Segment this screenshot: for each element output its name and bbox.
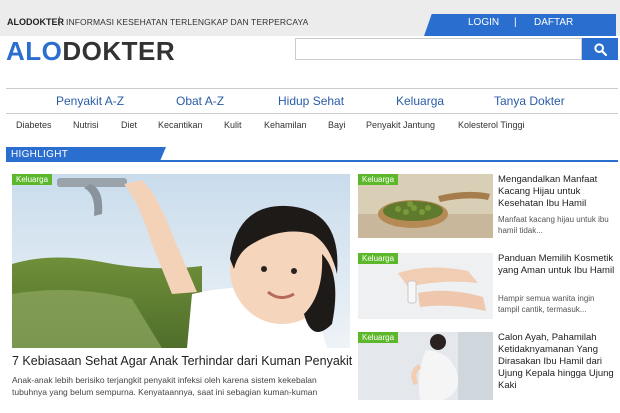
subnav-nutrisi[interactable]: Nutrisi [73, 120, 99, 130]
brand-separator: | [58, 16, 61, 27]
subnav-bayi[interactable]: Bayi [328, 120, 346, 130]
search-input[interactable] [295, 38, 582, 60]
auth-bar: LOGIN | DAFTAR [424, 14, 616, 36]
hero-category-badge[interactable]: Keluarga [12, 174, 53, 185]
hero-description: Anak-anak lebih berisiko terjangkit peny… [12, 375, 318, 397]
card-image-2[interactable]: Keluarga [358, 253, 493, 319]
card-2-description: Hampir semua wanita ingin tampil cantik,… [498, 294, 595, 314]
subnav-diabetes[interactable]: Diabetes [16, 120, 52, 130]
subnav-kolesterol-tinggi[interactable]: Kolesterol Tinggi [458, 120, 525, 130]
subnav-kehamilan[interactable]: Kehamilan [264, 120, 307, 130]
card-1-title[interactable]: Mengandalkan Manfaat Kacang Hijau untuk … [498, 174, 616, 210]
nav-keluarga[interactable]: Keluarga [396, 94, 444, 108]
nav-obat-az[interactable]: Obat A-Z [176, 94, 224, 108]
highlight-bar: HIGHLIGHT [6, 147, 618, 162]
logo-part-dokter: DOKTER [62, 36, 176, 66]
subnav-kulit[interactable]: Kulit [224, 120, 242, 130]
card-image-3[interactable]: Keluarga [358, 332, 493, 400]
subnav-kecantikan[interactable]: Kecantikan [158, 120, 203, 130]
subnav-diet[interactable]: Diet [121, 120, 137, 130]
search-button[interactable] [582, 38, 618, 60]
subnav-penyakit-jantung[interactable]: Penyakit Jantung [366, 120, 435, 130]
hero-image[interactable]: Keluarga [12, 174, 350, 348]
tagline: INFORMASI KESEHATAN TERLENGKAP DAN TERPE… [66, 17, 309, 27]
highlight-tab: HIGHLIGHT [6, 147, 166, 162]
main-nav: Penyakit A-Z Obat A-Z Hidup Sehat Keluar… [6, 88, 618, 114]
highlight-label: HIGHLIGHT [11, 149, 69, 160]
nav-penyakit-az[interactable]: Penyakit A-Z [56, 94, 124, 108]
nav-hidup-sehat[interactable]: Hidup Sehat [278, 94, 344, 108]
card-3-title[interactable]: Calon Ayah, Pahamilah Ketidaknyamanan Ya… [498, 332, 616, 392]
card-2-badge[interactable]: Keluarga [358, 253, 399, 264]
card-3-badge[interactable]: Keluarga [358, 332, 399, 343]
card-2-title[interactable]: Panduan Memilih Kosmetik yang Aman untuk… [498, 253, 616, 277]
search-icon [593, 42, 607, 56]
nav-tanya-dokter[interactable]: Tanya Dokter [494, 94, 565, 108]
sub-nav: Diabetes Nutrisi Diet Kecantikan Kulit K… [6, 116, 618, 138]
card-1-badge[interactable]: Keluarga [358, 174, 399, 185]
logo-part-alo: ALO [6, 36, 63, 66]
card-1-description: Manfaat kacang hijau untuk ibu hamil tid… [498, 215, 609, 235]
register-link[interactable]: DAFTAR [534, 17, 573, 28]
card-image-1[interactable]: Keluarga [358, 174, 493, 238]
login-link[interactable]: LOGIN [468, 17, 499, 28]
auth-separator: | [514, 17, 517, 28]
site-logo[interactable]: ALODOKTER [6, 36, 175, 67]
hero-title[interactable]: 7 Kebiasaan Sehat Agar Anak Terhindar da… [12, 354, 352, 368]
hero-photo [12, 174, 350, 348]
brand-name[interactable]: ALODOKTER [7, 17, 64, 27]
